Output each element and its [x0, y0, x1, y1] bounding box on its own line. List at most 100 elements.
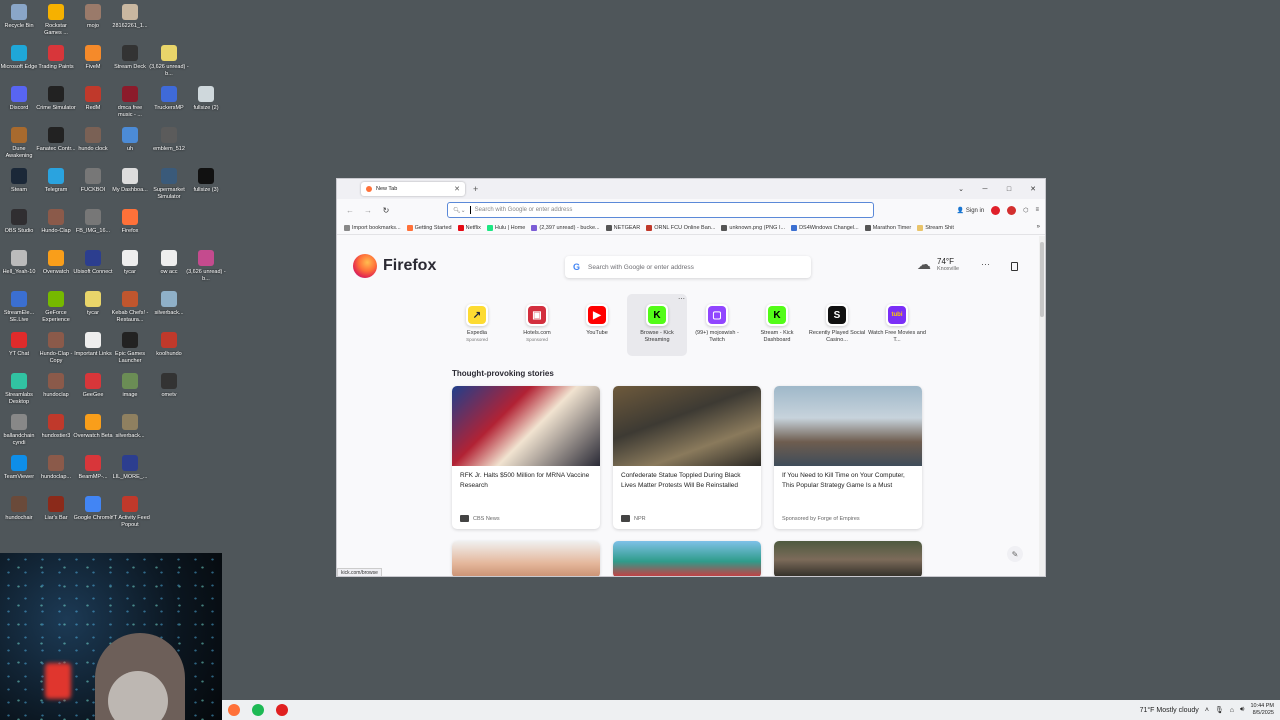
- desktop-icon[interactable]: Streamlabs Desktop: [0, 373, 38, 406]
- tab-new-tab[interactable]: New Tab ✕: [361, 182, 465, 196]
- close-window-button[interactable]: ✕: [1021, 185, 1045, 193]
- opera-extension-icon[interactable]: [991, 205, 1001, 215]
- top-site[interactable]: tubi Watch Free Movies and T...: [867, 294, 927, 356]
- desktop-icon[interactable]: mojo: [74, 4, 112, 30]
- mic-icon[interactable]: 🎙︎: [1215, 706, 1224, 714]
- close-tab-icon[interactable]: ✕: [454, 185, 460, 193]
- network-icon[interactable]: ⌂: [1230, 707, 1234, 714]
- desktop-icon[interactable]: Recycle Bin: [0, 4, 38, 30]
- desktop-icon[interactable]: Overwatch: [37, 250, 75, 276]
- desktop-icon[interactable]: Hundo-Clap - Copy: [37, 332, 75, 365]
- desktop-icon[interactable]: GeeGee: [74, 373, 112, 399]
- taskbar-app-app-icon[interactable]: [270, 700, 294, 720]
- desktop-icon[interactable]: image: [111, 373, 149, 399]
- desktop-icon[interactable]: fullsize (2): [187, 86, 225, 112]
- customize-pencil-icon[interactable]: ✎: [1007, 546, 1023, 562]
- desktop-icon[interactable]: FUCKBOI: [74, 168, 112, 194]
- desktop-icon[interactable]: 28162261_1...: [111, 4, 149, 30]
- maximize-button[interactable]: □: [997, 186, 1021, 193]
- sign-in-button[interactable]: 👤 Sign in: [957, 207, 985, 214]
- story-card[interactable]: [613, 541, 761, 576]
- story-card[interactable]: If You Need to Kill Time on Your Compute…: [774, 386, 922, 529]
- top-site[interactable]: S Recently Played Social Casino...: [807, 294, 867, 356]
- newtab-search-box[interactable]: G Search with Google or enter address: [565, 256, 811, 278]
- top-site[interactable]: ↗ Expedia Sponsored: [447, 294, 507, 356]
- back-button[interactable]: ←: [343, 206, 357, 215]
- bookmark-item[interactable]: Getting Started: [406, 224, 452, 231]
- volume-icon[interactable]: 🔊︎: [1240, 706, 1244, 714]
- desktop-icon[interactable]: My Dashboa...: [111, 168, 149, 194]
- desktop-icon[interactable]: LIL_MORE_...: [111, 455, 149, 481]
- desktop-icon[interactable]: OBS Studio: [0, 209, 38, 235]
- desktop-icon[interactable]: Fanatec Contr...: [36, 127, 76, 153]
- desktop-icon[interactable]: YT Activity Feed Popout: [110, 496, 150, 529]
- bookmark-item[interactable]: Import bookmarks...: [344, 224, 401, 231]
- bookmarks-overflow-icon[interactable]: »: [1037, 224, 1040, 230]
- page-scrollbar[interactable]: [1039, 236, 1045, 576]
- top-site[interactable]: K Browse - Kick Streaming ⋯: [627, 294, 687, 356]
- desktop-icon[interactable]: Stream Deck: [111, 45, 149, 71]
- bookmark-item[interactable]: ORNL FCU Online Ban...: [646, 224, 715, 231]
- story-card[interactable]: RFK Jr. Halts $500 Million for MRNA Vacc…: [452, 386, 600, 529]
- desktop-icon[interactable]: emblem_512: [150, 127, 188, 153]
- desktop-icon[interactable]: hundoclap...: [37, 455, 75, 481]
- desktop-icon[interactable]: (3,626 unread) - b...: [149, 45, 189, 78]
- desktop-icon[interactable]: hundostier3: [37, 414, 75, 440]
- taskbar-app-spotify-icon[interactable]: [246, 700, 270, 720]
- bookmark-item[interactable]: DS4Windows Changel...: [791, 224, 859, 231]
- desktop-icon[interactable]: Steam: [0, 168, 38, 194]
- desktop-icon[interactable]: hundochair: [0, 496, 38, 522]
- forward-button[interactable]: →: [361, 206, 375, 215]
- desktop-icon[interactable]: Telegram: [37, 168, 75, 194]
- new-tab-button[interactable]: +: [473, 184, 478, 194]
- chevron-up-icon[interactable]: ˄: [1205, 707, 1209, 714]
- desktop-icon[interactable]: Crime Simulator: [36, 86, 76, 112]
- desktop-icon[interactable]: ow acc: [150, 250, 188, 276]
- desktop-icon[interactable]: Important Links: [74, 332, 112, 358]
- desktop-icon[interactable]: Epic Games Launcher: [111, 332, 149, 365]
- extension-icon[interactable]: [1007, 205, 1017, 215]
- bookmark-item[interactable]: Stream Shit: [917, 224, 954, 231]
- desktop-icon[interactable]: BeamMP-...: [74, 455, 112, 481]
- top-site[interactable]: K Stream - Kick Dashboard: [747, 294, 807, 356]
- desktop-icon[interactable]: hundo clock: [74, 127, 112, 153]
- desktop-icon[interactable]: (3,626 unread) - b...: [186, 250, 226, 283]
- desktop-icon[interactable]: Firefox: [111, 209, 149, 235]
- desktop-icon[interactable]: Supermarket Simulator: [150, 168, 188, 201]
- desktop-icon[interactable]: silverback...: [150, 291, 188, 317]
- bookmark-item[interactable]: unknown.png (PNG I...: [721, 224, 785, 231]
- bookmark-item[interactable]: Hulu | Home: [486, 224, 525, 231]
- desktop-icon[interactable]: Dune Awakening: [0, 127, 38, 160]
- top-site[interactable]: ▣ Hotels.com Sponsored: [507, 294, 567, 356]
- bookmark-item[interactable]: Marathon Timer: [864, 224, 911, 231]
- desktop-icon[interactable]: TeamViewer: [0, 455, 38, 481]
- story-card[interactable]: [452, 541, 600, 576]
- clock[interactable]: 10:44 PM 8/5/2025: [1250, 703, 1274, 717]
- desktop-icon[interactable]: FiveM: [74, 45, 112, 71]
- desktop-icon[interactable]: Google Chrome: [74, 496, 112, 522]
- desktop-icon[interactable]: Liar's Bar: [37, 496, 75, 522]
- bookmark-item[interactable]: NETGEAR: [605, 224, 640, 231]
- bookmark-item[interactable]: Netflix: [457, 224, 481, 231]
- desktop-icon[interactable]: Trading Paints: [37, 45, 75, 71]
- desktop-icon[interactable]: Rockstar Games ...: [37, 4, 75, 37]
- desktop-icon[interactable]: ometv: [150, 373, 188, 399]
- reload-button[interactable]: ↻: [379, 206, 393, 215]
- weather-widget[interactable]: ☁ 74°F Knoxville ⋯: [917, 256, 990, 273]
- desktop-icon[interactable]: Hell_Yeah-10: [0, 250, 38, 276]
- desktop-icon[interactable]: ballandchain cyndi: [0, 414, 38, 447]
- desktop-icon[interactable]: YT Chat: [0, 332, 38, 358]
- desktop-icon[interactable]: Hundo-Clap: [37, 209, 75, 235]
- list-tabs-chevron-icon[interactable]: ⌄: [949, 185, 973, 193]
- top-site[interactable]: ▢ (99+) mojoswish - Twitch: [687, 294, 747, 356]
- desktop-icon[interactable]: TruckersMP: [150, 86, 188, 112]
- desktop-icon[interactable]: silverback...: [111, 414, 149, 440]
- desktop-icon[interactable]: fullsize (3): [187, 168, 225, 194]
- desktop-icon[interactable]: GeForce Experience: [37, 291, 75, 324]
- story-card[interactable]: Confederate Statue Toppled During Black …: [613, 386, 761, 529]
- desktop-icon[interactable]: Kebab Chefs! - Restaura...: [111, 291, 149, 324]
- top-site-menu-icon[interactable]: ⋯: [678, 295, 685, 303]
- desktop-icon[interactable]: Ubisoft Connect: [73, 250, 113, 276]
- desktop-icon[interactable]: StreamEle... SE.Live: [0, 291, 38, 324]
- desktop-icon[interactable]: Discord: [0, 86, 38, 112]
